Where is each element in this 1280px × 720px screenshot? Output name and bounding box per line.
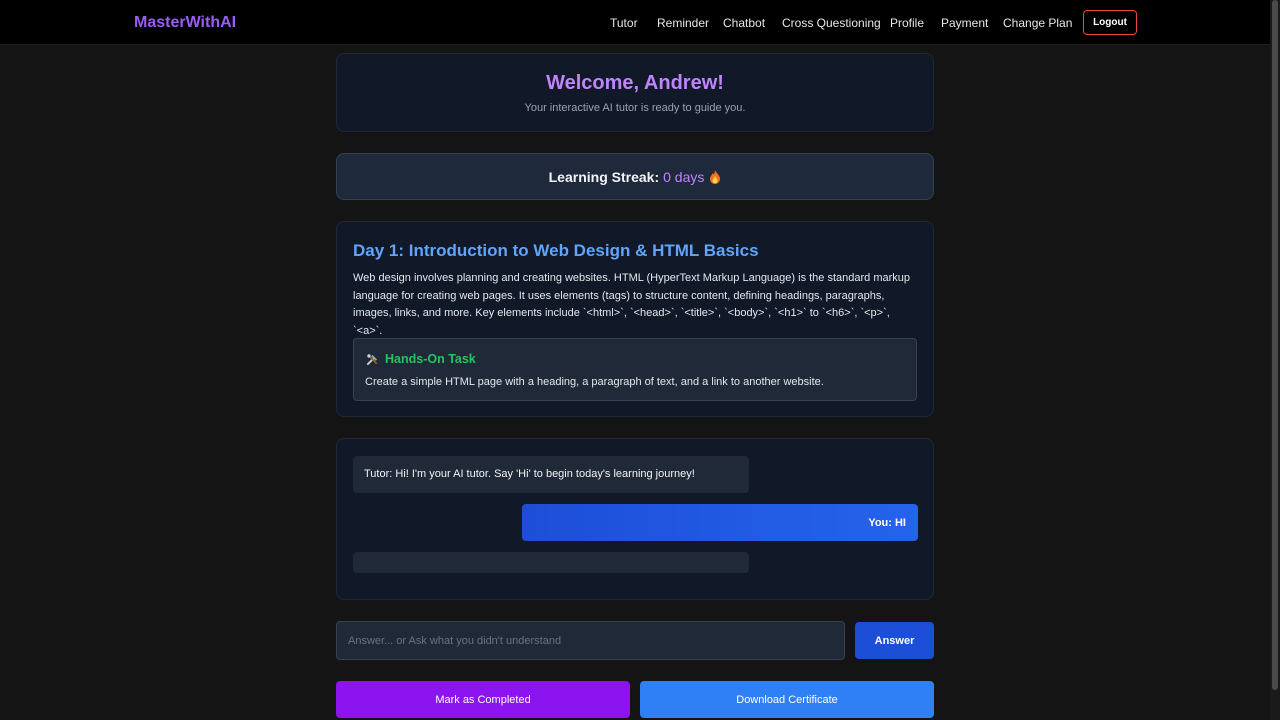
mark-completed-button[interactable]: Mark as Completed (336, 681, 630, 718)
welcome-title: Welcome, Andrew! (546, 72, 724, 94)
welcome-card: Welcome, Andrew! Your interactive AI tut… (336, 53, 934, 132)
answer-button[interactable]: Answer (855, 622, 934, 659)
nav-link-reminder[interactable]: Reminder (657, 16, 709, 30)
task-heading: Hands-On Task (366, 352, 476, 366)
download-certificate-button[interactable]: Download Certificate (640, 681, 934, 718)
nav-link-change-plan[interactable]: Change Plan (1003, 16, 1072, 30)
nav-link-tutor[interactable]: Tutor (610, 16, 638, 30)
lesson-description: Web design involves planning and creatin… (353, 272, 911, 337)
top-navbar: MasterWithAI Tutor Reminder Chatbot Cros… (0, 0, 1270, 45)
nav-link-profile[interactable]: Profile (890, 16, 924, 30)
page-scrollbar[interactable] (1270, 0, 1280, 720)
task-title: Hands-On Task (385, 352, 476, 366)
streak-label: Learning Streak: (548, 168, 660, 185)
hands-on-task-box: Hands-On Task Create a simple HTML page … (353, 338, 917, 401)
scrollbar-thumb[interactable] (1272, 0, 1278, 690)
nav-link-chatbot[interactable]: Chatbot (723, 16, 765, 30)
nav-link-payment[interactable]: Payment (941, 16, 988, 30)
tutor-message: Tutor: Hi! I'm your AI tutor. Say 'Hi' t… (353, 456, 749, 493)
tutor-message-loading (353, 552, 749, 573)
lesson-title: Day 1: Introduction to Web Design & HTML… (353, 241, 759, 260)
logout-button[interactable]: Logout (1083, 10, 1137, 35)
lesson-card: Day 1: Introduction to Web Design & HTML… (336, 221, 934, 417)
learning-streak-card: Learning Streak: 0 days (336, 153, 934, 200)
user-message: You: HI (522, 504, 918, 541)
nav-link-cross-questioning[interactable]: Cross Questioning (782, 16, 881, 30)
tools-icon (366, 353, 378, 365)
task-description: Create a simple HTML page with a heading… (365, 376, 824, 388)
chat-panel[interactable]: Tutor: Hi! I'm your AI tutor. Say 'Hi' t… (336, 438, 934, 600)
welcome-subtitle: Your interactive AI tutor is ready to gu… (524, 102, 746, 114)
brand-logo[interactable]: MasterWithAI (134, 14, 236, 32)
streak-value: 0 days (663, 168, 705, 185)
answer-input[interactable] (336, 621, 845, 660)
flame-icon (710, 169, 721, 184)
